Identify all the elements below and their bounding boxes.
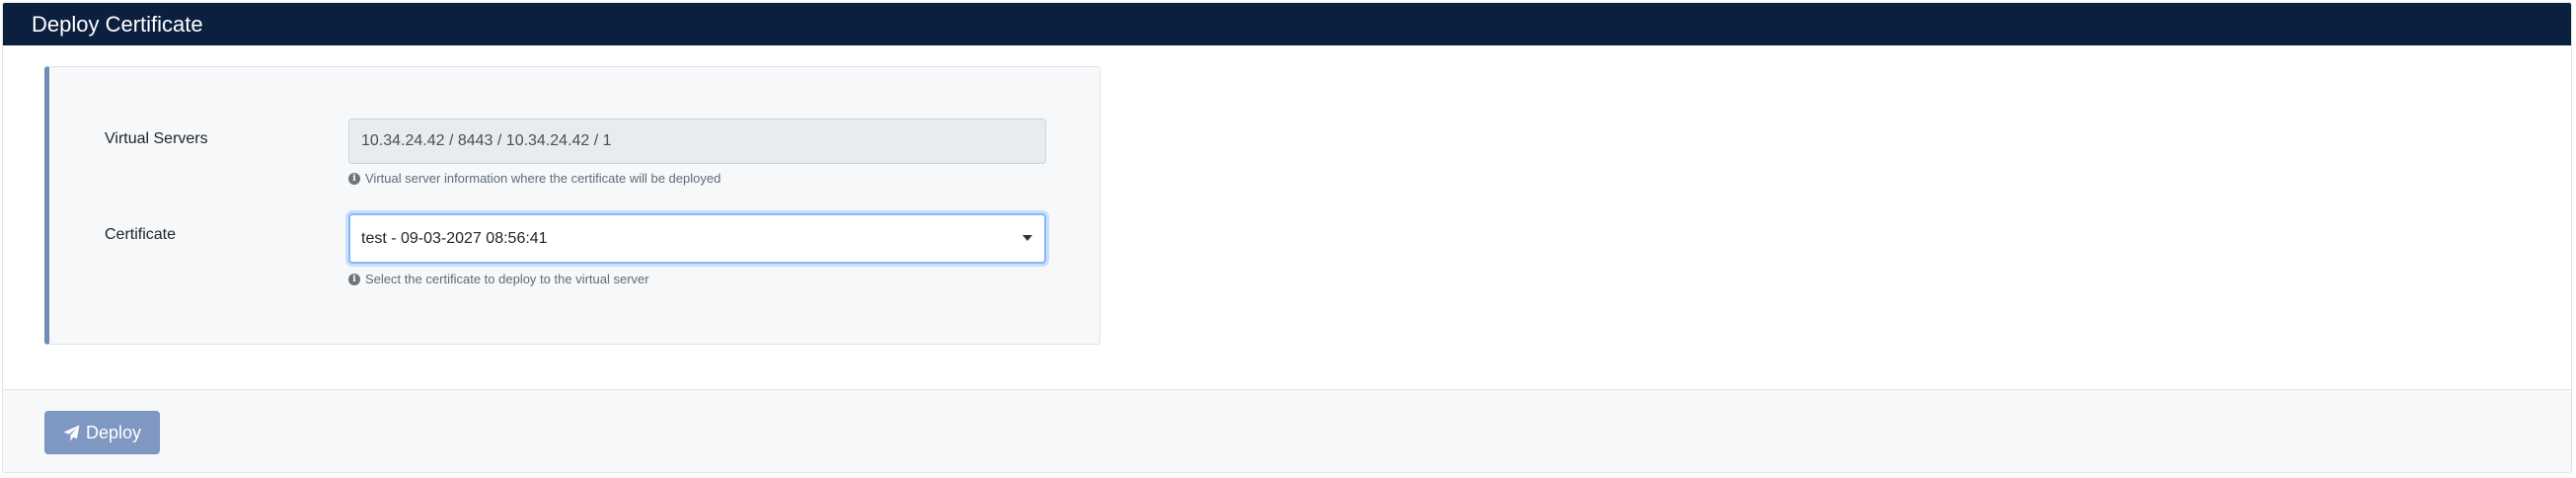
deploy-certificate-panel: Deploy Certificate Virtual Servers 10.34… xyxy=(2,2,2572,473)
virtual-servers-help: i Virtual server information where the c… xyxy=(348,171,720,186)
deploy-button[interactable]: Deploy xyxy=(44,411,160,454)
virtual-servers-help-text: Virtual server information where the cer… xyxy=(365,171,721,186)
certificate-selected-value: test - 09-03-2027 08:56:41 xyxy=(361,230,548,247)
deploy-button-label: Deploy xyxy=(85,422,142,442)
panel-title: Deploy Certificate xyxy=(32,12,203,37)
certificate-select[interactable]: test - 09-03-2027 08:56:41 xyxy=(348,213,1046,264)
virtual-servers-label: Virtual Servers xyxy=(105,130,208,147)
panel-header: Deploy Certificate xyxy=(3,3,2571,45)
panel-footer: Deploy xyxy=(3,389,2571,472)
form-card: Virtual Servers 10.34.24.42 / 8443 / 10.… xyxy=(44,66,1100,345)
caret-down-icon xyxy=(1023,235,1032,241)
virtual-servers-value: 10.34.24.42 / 8443 / 10.34.24.42 / 1 xyxy=(361,132,612,149)
certificate-label: Certificate xyxy=(105,226,177,243)
certificate-help-text: Select the certificate to deploy to the … xyxy=(365,272,649,286)
panel-body: Virtual Servers 10.34.24.42 / 8443 / 10.… xyxy=(3,45,2571,391)
certificate-help: i Select the certificate to deploy to th… xyxy=(348,272,649,286)
info-icon: i xyxy=(348,273,360,285)
virtual-servers-input: 10.34.24.42 / 8443 / 10.34.24.42 / 1 xyxy=(348,119,1046,164)
info-icon: i xyxy=(348,172,360,185)
paper-plane-icon xyxy=(63,425,80,440)
